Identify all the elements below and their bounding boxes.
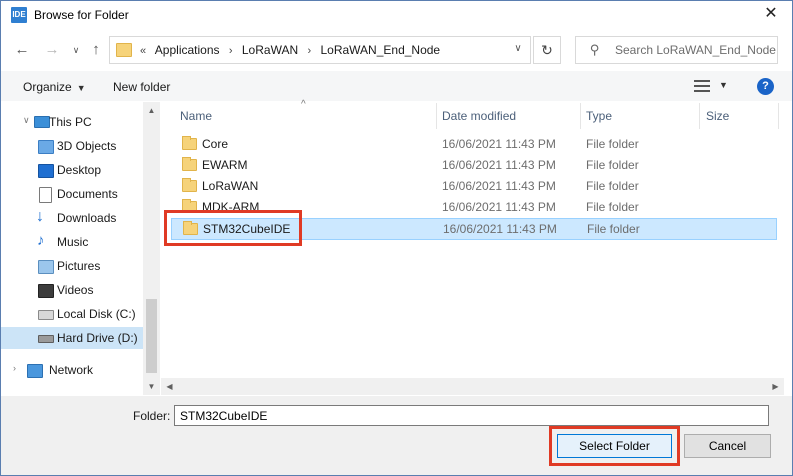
nav-item-3d-objects[interactable]: 3D Objects <box>1 135 143 157</box>
column-divider[interactable] <box>778 103 779 129</box>
nav-item-desktop[interactable]: Desktop <box>1 159 143 181</box>
nav-item-network[interactable]: › Network <box>1 359 143 381</box>
network-icon <box>27 364 43 378</box>
ide-app-icon: IDE <box>11 7 27 23</box>
folder-field-label: Folder: <box>133 409 171 423</box>
pictures-icon <box>38 260 54 274</box>
chevron-down-icon[interactable]: ∨ <box>510 41 526 57</box>
breadcrumb-overflow[interactable]: « <box>140 45 146 57</box>
videos-icon <box>38 284 54 298</box>
nav-item-downloads[interactable]: ↓ Downloads <box>1 207 143 229</box>
nav-item-music[interactable]: ♪ Music <box>1 231 143 253</box>
title-bar: IDE Browse for Folder ✕ <box>1 1 792 29</box>
organize-label: Organize <box>23 80 72 94</box>
command-bar: Organize ▼ New folder ▼ <box>1 71 792 101</box>
view-options-icon[interactable] <box>694 80 710 92</box>
documents-icon <box>39 187 52 203</box>
caret-down-icon[interactable]: ▼ <box>719 80 728 90</box>
navigation-pane: ∨ This PC 3D Objects Desktop Documents ↓… <box>1 102 161 396</box>
folder-icon <box>116 43 132 57</box>
file-list-horizontal-scrollbar[interactable]: ◀ ▶ <box>161 378 784 395</box>
local-disk-icon <box>38 310 54 320</box>
close-icon[interactable]: ✕ <box>762 5 780 23</box>
search-icon: ⚲ <box>590 42 600 57</box>
chevron-down-icon[interactable]: ∨ <box>23 115 30 126</box>
scroll-down-icon[interactable]: ▼ <box>143 378 160 395</box>
address-bar[interactable]: « Applications › LoRaWAN › LoRaWAN_End_N… <box>109 36 531 64</box>
highlight-box-selected-folder <box>164 210 302 246</box>
chevron-right-icon[interactable]: › <box>229 45 233 57</box>
hard-drive-icon <box>38 335 54 343</box>
folder-icon <box>182 178 197 192</box>
3d-objects-icon <box>38 140 54 154</box>
search-placeholder: Search LoRaWAN_End_Node <box>615 43 776 57</box>
nav-item-hard-drive-d[interactable]: Hard Drive (D:) <box>1 327 143 349</box>
this-pc-icon <box>34 116 50 128</box>
highlight-box-select-folder-button <box>549 426 680 466</box>
new-folder-button[interactable]: New folder <box>113 80 170 94</box>
nav-item-documents[interactable]: Documents <box>1 183 143 205</box>
folder-icon <box>182 136 197 150</box>
column-header-size[interactable]: Size <box>700 103 778 129</box>
cancel-button[interactable]: Cancel <box>684 434 771 458</box>
refresh-icon[interactable]: ↻ <box>533 36 561 64</box>
organize-button[interactable]: Organize ▼ <box>23 80 86 94</box>
column-header-type[interactable]: Type <box>581 103 699 129</box>
scroll-up-icon[interactable]: ▲ <box>143 102 160 119</box>
list-item[interactable]: Core 16/06/2021 11:43 PM File folder <box>171 134 777 155</box>
navigation-pane-scrollbar[interactable]: ▲ ▼ <box>143 102 160 395</box>
up-arrow-icon[interactable]: ↑ <box>87 40 105 60</box>
nav-item-videos[interactable]: Videos <box>1 279 143 301</box>
scrollbar-thumb[interactable] <box>146 299 157 373</box>
folder-icon <box>182 157 197 171</box>
scroll-right-icon[interactable]: ▶ <box>767 378 784 395</box>
desktop-icon <box>38 164 54 178</box>
browse-for-folder-dialog: IDE Browse for Folder ✕ ← → ∨ ↑ « Applic… <box>0 0 793 476</box>
music-icon: ♪ <box>37 232 45 249</box>
breadcrumb: « Applications › LoRaWAN › LoRaWAN_End_N… <box>138 43 444 57</box>
folder-name-input[interactable]: STM32CubeIDE <box>174 405 769 426</box>
nav-item-local-disk-c[interactable]: Local Disk (C:) <box>1 303 143 325</box>
breadcrumb-item-applications[interactable]: Applications <box>155 43 220 57</box>
nav-item-pictures[interactable]: Pictures <box>1 255 143 277</box>
list-item[interactable]: LoRaWAN 16/06/2021 11:43 PM File folder <box>171 176 777 197</box>
chevron-right-icon[interactable]: › <box>13 363 16 373</box>
forward-arrow-icon[interactable]: → <box>43 40 61 60</box>
downloads-icon: ↓ <box>36 208 44 225</box>
column-header-name[interactable]: Name <box>171 103 436 129</box>
recent-locations-chevron-icon[interactable]: ∨ <box>67 40 85 60</box>
scroll-left-icon[interactable]: ◀ <box>161 378 178 395</box>
nav-item-this-pc[interactable]: ∨ This PC <box>1 111 143 133</box>
breadcrumb-item-lorawan-end-node[interactable]: LoRaWAN_End_Node <box>320 43 440 57</box>
help-icon[interactable]: ? <box>757 78 774 95</box>
list-item[interactable]: EWARM 16/06/2021 11:43 PM File folder <box>171 155 777 176</box>
column-header-date-modified[interactable]: Date modified <box>437 103 580 129</box>
search-input[interactable]: ⚲ Search LoRaWAN_End_Node <box>575 36 778 64</box>
breadcrumb-item-lorawan[interactable]: LoRaWAN <box>242 43 298 57</box>
caret-down-icon: ▼ <box>76 83 86 93</box>
back-arrow-icon[interactable]: ← <box>13 40 31 60</box>
window-title: Browse for Folder <box>34 8 129 22</box>
chevron-right-icon[interactable]: › <box>307 45 311 57</box>
